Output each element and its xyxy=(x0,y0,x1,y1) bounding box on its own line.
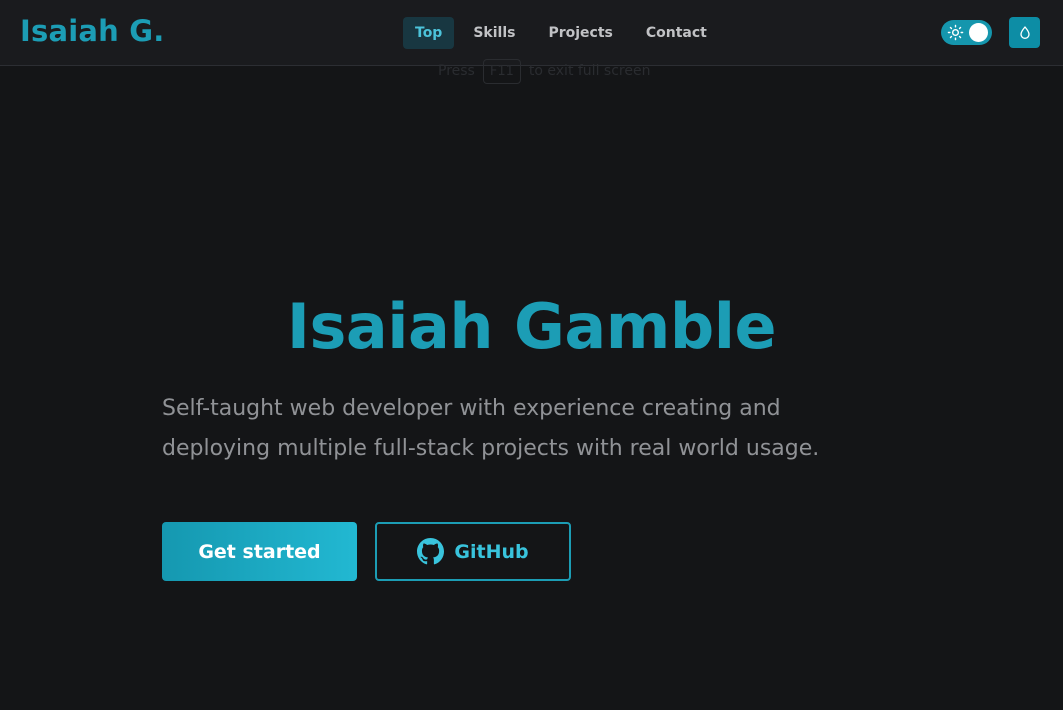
get-started-label: Get started xyxy=(198,540,321,563)
nav-link-contact[interactable]: Contact xyxy=(632,17,721,49)
fullscreen-hint-suffix: to exit full screen xyxy=(528,63,651,79)
site-logo[interactable]: Isaiah G. xyxy=(20,14,165,48)
hero-subtitle: Self-taught web developer with experienc… xyxy=(162,396,820,461)
github-icon xyxy=(417,538,445,565)
nav-link-top[interactable]: Top xyxy=(403,17,455,49)
get-started-button[interactable]: Get started xyxy=(162,522,357,581)
hero-title: Isaiah Gamble xyxy=(286,290,777,363)
theme-toggle[interactable] xyxy=(941,20,992,45)
color-scheme-button[interactable] xyxy=(1009,17,1040,48)
sun-icon xyxy=(947,24,964,41)
toggle-knob xyxy=(969,23,988,42)
nav-link-projects[interactable]: Projects xyxy=(534,17,626,49)
github-label: GitHub xyxy=(454,540,529,563)
fullscreen-hint: Press F11 to exit full screen xyxy=(438,56,650,86)
droplet-icon xyxy=(1019,25,1030,39)
fullscreen-hint-prefix: Press xyxy=(438,63,475,79)
nav-link-skills[interactable]: Skills xyxy=(459,17,529,49)
github-button[interactable]: GitHub xyxy=(375,522,571,581)
fullscreen-hint-key: F11 xyxy=(482,58,521,84)
main-nav: Top Skills Projects Contact xyxy=(403,17,726,49)
